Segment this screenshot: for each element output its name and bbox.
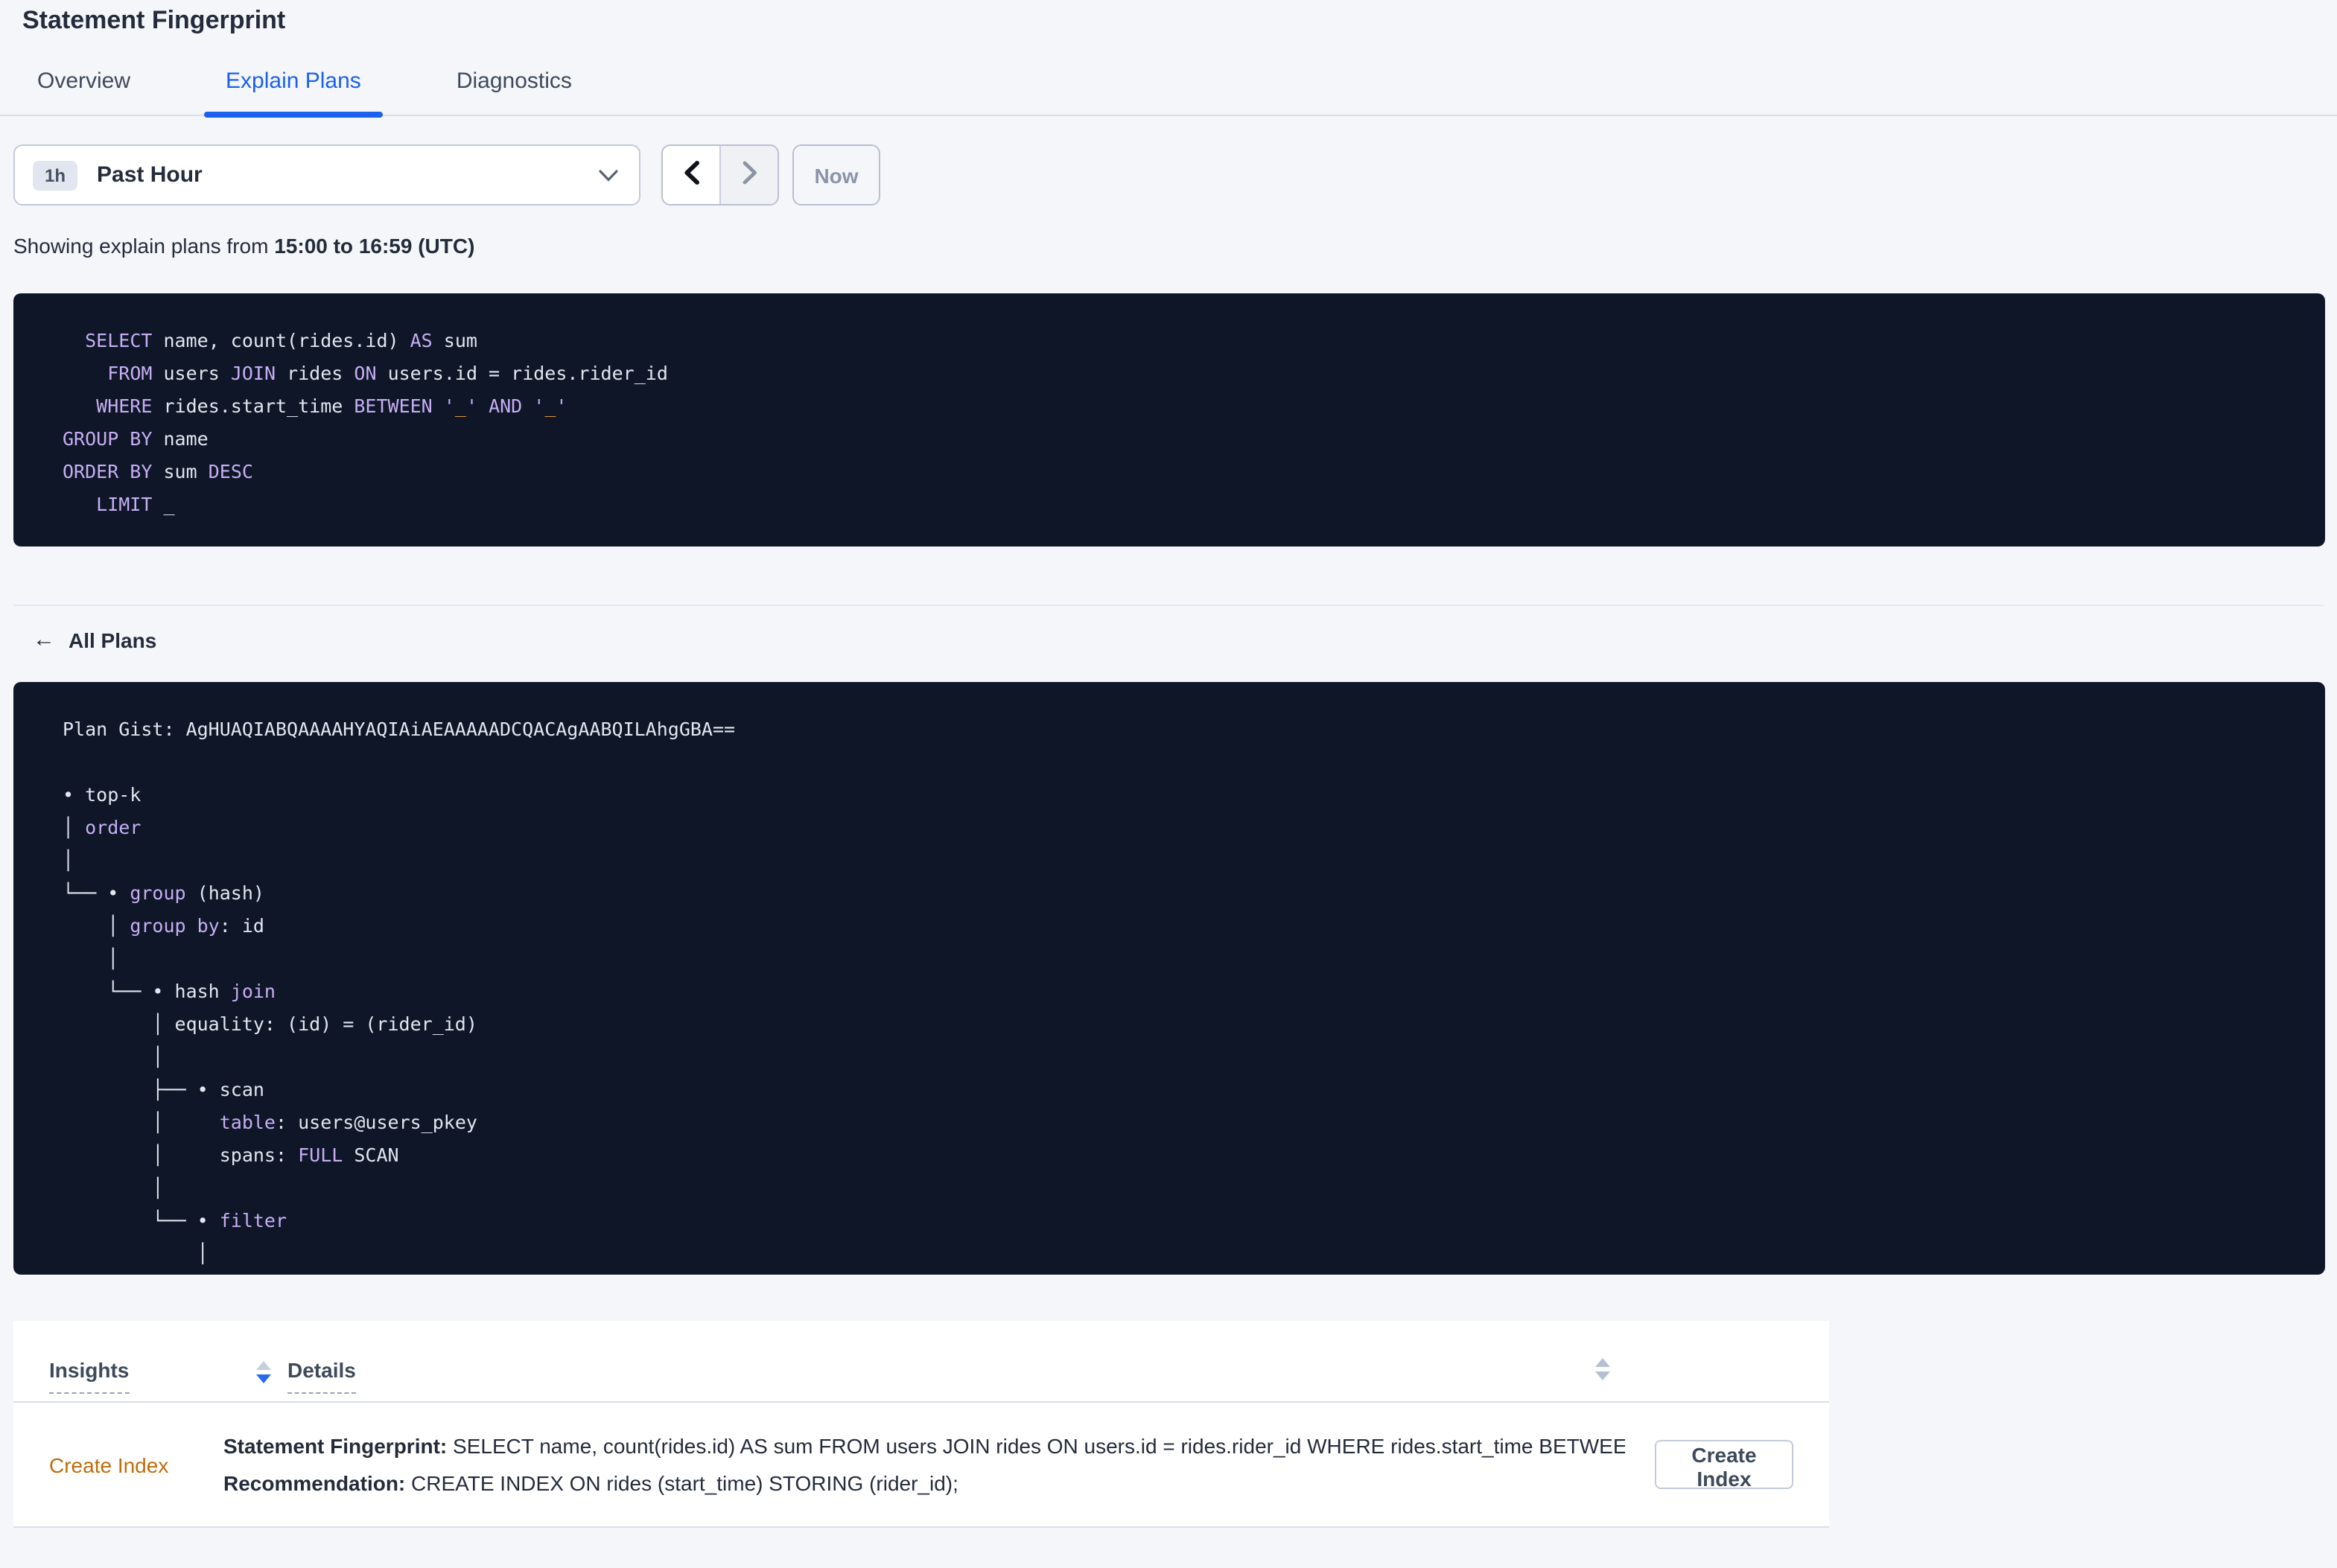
plan-gist-code: Plan Gist: AgHUAQIABQAAAAHYAQIAiAEAAAAAD… (63, 718, 736, 1264)
plan-gist-block: Plan Gist: AgHUAQIABQAAAAHYAQIAiAEAAAAAD… (13, 682, 2325, 1275)
create-index-button[interactable]: Create Index (1655, 1440, 1793, 1491)
all-plans-link[interactable]: ← All Plans (33, 627, 156, 654)
chevron-down-icon (599, 169, 618, 181)
recommendation-label: Recommendation: (223, 1470, 406, 1494)
insight-create-index-link[interactable]: Create Index (49, 1451, 223, 1478)
all-plans-label: All Plans (69, 628, 157, 652)
section-divider (13, 605, 2324, 606)
sort-up-triangle (256, 1361, 271, 1370)
chevron-left-icon (683, 161, 699, 189)
now-button[interactable]: Now (792, 144, 880, 205)
sql-statement-code: SELECT name, count(rides.id) AS sum FROM… (63, 329, 668, 515)
prev-interval-button[interactable] (663, 146, 719, 204)
time-interval-badge: 1h (33, 160, 78, 190)
back-arrow-icon: ← (33, 627, 55, 652)
tab-overview[interactable]: Overview (37, 67, 130, 115)
statement-fingerprint-line: Statement Fingerprint: SELECT name, coun… (223, 1427, 1625, 1465)
sort-down-triangle (256, 1374, 271, 1383)
tab-explain-plans-label: Explain Plans (226, 68, 361, 94)
column-header-insights[interactable]: Insights (49, 1358, 223, 1394)
insights-table-header: Insights Details (13, 1321, 1829, 1403)
time-controls-row: 1h Past Hour Now (13, 144, 2325, 205)
column-header-details[interactable]: Details (287, 1358, 356, 1394)
page-title: Statement Fingerprint (22, 6, 286, 34)
showing-range-text: Showing explain plans from 15:00 to 16:5… (13, 231, 2337, 261)
sort-up-triangle (1595, 1358, 1610, 1367)
time-interval-select[interactable]: 1h Past Hour (13, 144, 640, 205)
sort-down-triangle (1595, 1371, 1610, 1380)
tab-explain-plans[interactable]: Explain Plans (203, 67, 384, 118)
statement-fingerprint-label: Statement Fingerprint: (223, 1433, 448, 1457)
tab-diagnostics-label: Diagnostics (456, 68, 572, 94)
active-tab-underline (203, 112, 384, 118)
showing-range-prefix: Showing explain plans from (13, 234, 275, 258)
statement-fingerprint-text: SELECT name, count(rides.id) AS sum FROM… (447, 1433, 1625, 1457)
column-header-details-label: Details (287, 1358, 356, 1394)
chevron-right-icon (741, 161, 757, 189)
sql-statement-block: SELECT name, count(rides.id) AS sum FROM… (13, 293, 2325, 546)
table-row: Create Index Statement Fingerprint: SELE… (13, 1403, 1829, 1528)
sort-icon-insights[interactable] (256, 1361, 271, 1383)
time-interval-label: Past Hour (97, 162, 203, 188)
next-interval-button[interactable] (719, 146, 778, 204)
column-header-insights-label: Insights (49, 1358, 130, 1394)
time-step-buttons (661, 144, 779, 205)
tab-bar: Overview Explain Plans Diagnostics (0, 67, 2337, 118)
insight-details-cell: Statement Fingerprint: SELECT name, coun… (223, 1427, 1625, 1502)
statement-fingerprint-page: Statement Fingerprint Overview Explain P… (0, 0, 2337, 1568)
tab-diagnostics[interactable]: Diagnostics (457, 67, 572, 115)
insights-table: Insights Details Create Index Statement … (13, 1321, 1829, 1528)
recommendation-line: Recommendation: CREATE INDEX ON rides (s… (223, 1465, 1625, 1502)
tab-overview-label: Overview (37, 68, 131, 94)
sort-icon-details[interactable] (1595, 1358, 1610, 1380)
recommendation-text: CREATE INDEX ON rides (start_time) STORI… (405, 1470, 958, 1494)
showing-range-value: 15:00 to 16:59 (UTC) (274, 234, 475, 258)
